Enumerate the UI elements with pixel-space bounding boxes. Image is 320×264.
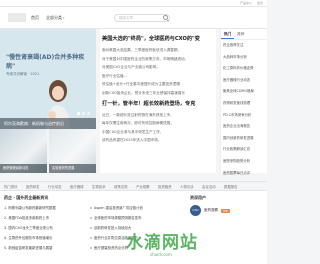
utility-link-products[interactable]: 产品中心 [240, 1, 252, 5]
news-list: 1. 阿斯利康公布新药最新研究数据 2. 美国FDA批准多款新药上市 3. 国内… [4, 203, 84, 253]
hot-list-item[interactable]: 医院采购趋势分析 [221, 156, 267, 168]
search-input[interactable]: 搜索文章 [114, 14, 170, 22]
site-header: 首页 全部分类▾ 搜索文章 [0, 7, 267, 29]
news-item[interactable]: 3. 国内CXO龙头三季度业绩公布 [4, 223, 84, 233]
category-tab[interactable]: 生物技术 [92, 182, 114, 190]
article-excerpt-line: 面对美国大选结果，三季度医药板块进入调整期， [102, 48, 182, 52]
banner-dot[interactable] [87, 112, 90, 115]
category-tab[interactable]: 数据报告 [224, 182, 246, 190]
featured-user-panel: 资深用户 CXO 医药观察 VIP [190, 195, 262, 216]
hot-list-item[interactable]: 国内创新药研发进展 [221, 133, 267, 145]
banner-caption: 阿尔茨海默病：新机制与治疗前沿 [0, 118, 96, 129]
news-item[interactable]: 4. 生物药外包服务市场快速增长 [4, 233, 84, 243]
category-tab[interactable]: 投资融资 [158, 182, 180, 190]
bullet-icon [90, 237, 92, 239]
tab-recommend[interactable]: 推荐 [234, 29, 247, 39]
bullet-icon [90, 247, 92, 249]
nav-home[interactable]: 首页 [31, 15, 39, 21]
banner-dot[interactable] [82, 112, 85, 115]
news-item[interactable]: 全球医药市场规模预测报告发布 [90, 213, 182, 223]
search-icon[interactable] [163, 15, 168, 20]
site-logo[interactable] [8, 13, 26, 22]
hot-list-tabs: 热门 推荐 [221, 29, 267, 40]
hot-list-panel: 热门 推荐 药企推荐关注 大品种市场分析 化工原料药价格走势 医疗器械行业动态 … [220, 29, 267, 175]
section-heading: 药企 · 国外药企最新资讯 [4, 195, 49, 200]
watermark-url: shuidi.com [150, 252, 172, 257]
category-tab[interactable]: 人物访谈 [180, 182, 202, 190]
bullet-icon [90, 207, 92, 209]
bullet-icon [90, 227, 92, 229]
status-badge: VIP [221, 208, 230, 213]
banner-title: "慢性肾衰竭(AD)合并多种疾病" [6, 54, 85, 70]
category-tab[interactable]: 行业动态 [48, 182, 70, 190]
news-item[interactable]: 1. 阿斯利康公布新药最新研究数据 [4, 203, 84, 213]
section-heading: 资深用户 [190, 195, 206, 200]
banner-dot[interactable] [77, 112, 80, 115]
news-item-label: 医疗健康投资热点分析 [94, 246, 128, 250]
category-tab[interactable]: 政策法规 [114, 182, 136, 190]
main-nav: 首页 全部分类▾ [31, 15, 65, 21]
category-tab[interactable]: 热门资讯 [4, 182, 26, 190]
thumbnail-card[interactable]: 实验室研究进展 [49, 129, 96, 173]
article-title[interactable]: 美国大选的"终局"，全球医药与CXO的"变 [102, 35, 216, 43]
chevron-down-icon: ▾ [63, 16, 65, 20]
category-tab[interactable]: 医疗器械 [70, 182, 92, 190]
bullet-icon [90, 217, 92, 219]
news-item[interactable]: Aspen 重启投资新厂供应链计划 [90, 203, 182, 213]
utility-link-member[interactable]: 会员 [257, 1, 263, 5]
category-tab[interactable]: 会议活动 [202, 182, 224, 190]
article-excerpt-line: 中国CXO企业参与其中研发生产工作， [102, 129, 164, 134]
article-excerpt-line: 创新CXO板块企业，预计未来三年业绩保持高速增长 [102, 90, 186, 95]
watermark-logo: 水滴网站 [126, 233, 198, 253]
hot-list-item[interactable]: 大品种市场分析 [221, 52, 267, 64]
user-name: 医药观察 [204, 208, 218, 212]
article-excerpt-line: 对于美国对中国医药企业的政策方向，市场情绪波动， [102, 56, 189, 61]
article-excerpt-line: 该药品有望在2025年进入中国市场。 [102, 138, 162, 143]
avatar: CXO [190, 205, 201, 216]
thumbnail-caption: 医院管理最新动态 [0, 164, 47, 173]
thumbnail-row: 医院管理最新动态 实验室研究进展 [0, 129, 96, 173]
featured-articles: 美国大选的"终局"，全球医药与CXO的"变 面对美国大选结果，三季度医药板块进入… [100, 29, 216, 173]
hot-list-item[interactable]: PD-1市场竞争分析 [221, 110, 267, 122]
news-item[interactable]: 5. 新冠疫苗研发最新进展与展望 [4, 243, 84, 253]
category-tab[interactable]: 产业观察 [136, 182, 158, 190]
hot-list-item[interactable]: 医疗器械行业动态 [221, 75, 267, 87]
category-tab[interactable]: 医药研发 [26, 182, 48, 190]
hot-list-item[interactable]: 聚焦全球CDMO格局 [221, 86, 267, 98]
news-item[interactable]: 2. 美国FDA批准多款新药上市 [4, 213, 84, 223]
hero-banner[interactable]: "慢性肾衰竭(AD)合并多种疾病" 专家共识解读 · 2021 阿尔茨海默病：新… [0, 29, 96, 129]
article-block: 美国大选的"终局"，全球医药与CXO的"变 面对美国大选结果，三季度医药板块进入… [102, 35, 216, 98]
nav-categories-label: 全部分类 [46, 15, 62, 20]
banner-pager [77, 112, 90, 115]
news-item-label: Aspen 重启投资新厂供应链计划 [94, 206, 143, 210]
article-excerpt-line: 低估值+龙头+行业集中度提升成为主要投资逻辑 [102, 82, 180, 87]
article-excerpt-line: 医疗行业估值... [102, 73, 127, 78]
nav-categories[interactable]: 全部分类▾ [46, 15, 65, 21]
article-excerpt-line: 对美国CXO企业与产业链公司影响， [102, 65, 160, 70]
article-excerpt-line: 近日，一款超长效注射药物在海外获批上市， [102, 112, 174, 117]
hot-list-item[interactable]: 药企推荐关注 [221, 40, 267, 52]
tab-hot[interactable]: 热门 [221, 29, 235, 39]
hot-list-item[interactable]: 医药企业出海报告 [221, 121, 267, 133]
utility-links: 产品中心 会员 [236, 1, 263, 5]
article-block: 打一针，管半年！超长效新药登场，专克 近日，一款超长效注射药物在海外获批上市， … [102, 100, 216, 145]
news-item-label: 全球医药市场规模预测报告发布 [94, 216, 142, 220]
hot-list-item[interactable]: 药物研发管线梳理 [221, 98, 267, 110]
top-utility-bar: 产品中心 会员 [0, 0, 267, 7]
thumbnail-caption: 实验室研究进展 [49, 164, 96, 173]
hot-list-item[interactable]: 化工原料药价格走势 [221, 63, 267, 75]
user-card[interactable]: CXO 医药观察 VIP [190, 205, 262, 216]
hot-list-item[interactable]: 医药股票每日点评 [221, 168, 267, 180]
category-tabbar: 热门资讯 医药研发 行业动态 医疗器械 生物技术 政策法规 产业观察 投资融资 … [0, 181, 267, 191]
article-title[interactable]: 打一针，管半年！超长效新药登场，专克 [102, 100, 216, 108]
thumbnail-card[interactable]: 医院管理最新动态 [0, 129, 47, 173]
article-excerpt-line: 每年仅需注射两次，即可有效控制病情进展， [102, 121, 174, 126]
banner-subtitle: 专家共识解读 · 2021 [6, 72, 40, 76]
hot-list-item[interactable]: 行业政策解读汇总 [221, 144, 267, 156]
